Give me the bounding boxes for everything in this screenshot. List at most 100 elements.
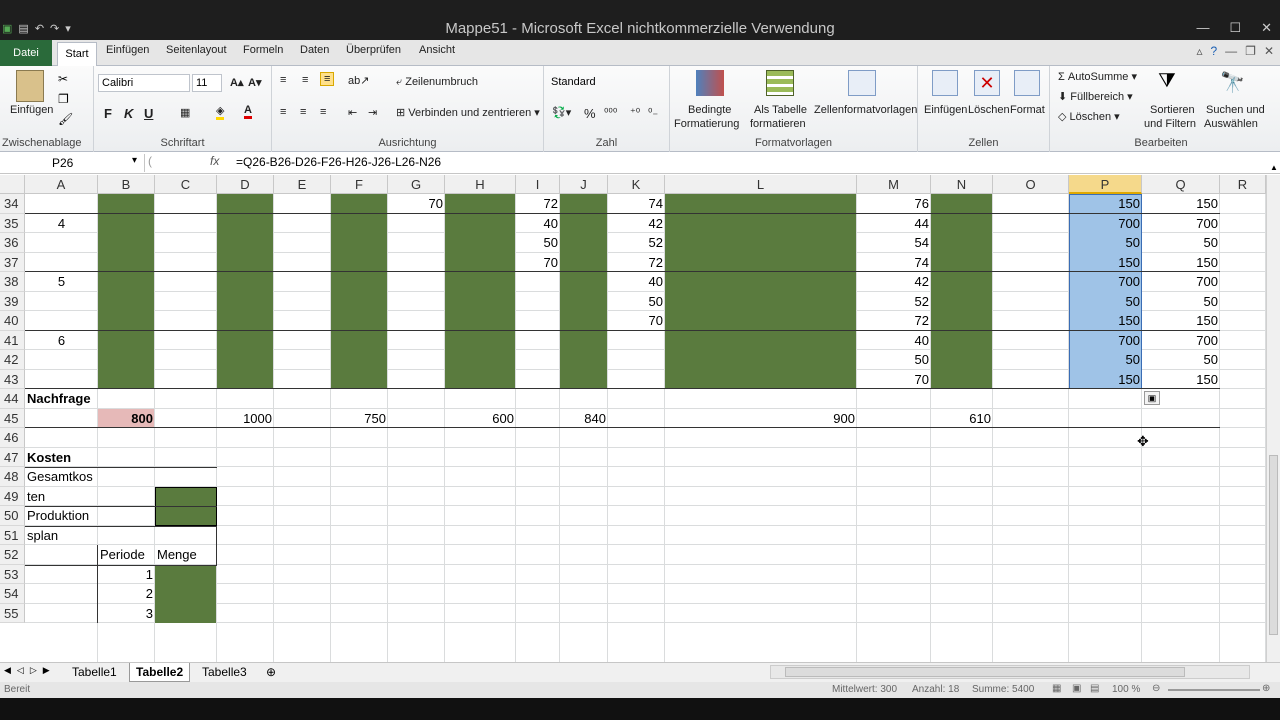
vertical-scrollbar[interactable]: ▲ [1266,163,1280,662]
cell-q39[interactable]: 50 [1142,292,1220,312]
row-header-34[interactable]: 34 [0,194,25,214]
column-header-r[interactable]: R [1220,175,1266,194]
help-icon[interactable]: ? [1210,44,1217,58]
cell-p41[interactable]: 700 [1069,331,1142,351]
zoom-slider[interactable] [1168,689,1260,691]
row-header-52[interactable]: 52 [0,545,25,565]
cell-m41[interactable]: 40 [857,331,931,351]
row-header-35[interactable]: 35 [0,213,25,233]
column-header-k[interactable]: K [608,175,665,194]
tab-ueberpruefen[interactable]: Überprüfen [346,44,401,56]
cell-a38[interactable]: 5 [25,272,98,292]
sort-filter-label1[interactable]: Sortieren [1150,104,1195,116]
cell-a44[interactable]: Nachfrage [25,389,98,409]
row-header-46[interactable]: 46 [0,428,25,448]
row-header-45[interactable]: 45 [0,408,25,428]
close-icon[interactable]: ✕ [1261,20,1272,36]
cell-a51a[interactable]: Produktion [25,506,98,526]
column-header-o[interactable]: O [993,175,1069,194]
delete-cells-button[interactable]: Löschen [968,104,1010,116]
column-header-c[interactable]: C [155,175,217,194]
normal-view-icon[interactable]: ▦ [1052,683,1061,694]
row-header-53[interactable]: 53 [0,564,25,584]
zoom-in-icon[interactable]: ⊕ [1262,683,1270,694]
tab-einfuegen[interactable]: Einfügen [106,44,149,56]
align-bottom-icon[interactable]: ≡ [320,72,335,86]
row-header-40[interactable]: 40 [0,311,25,331]
cell-m39[interactable]: 52 [857,292,931,312]
doc-restore-icon[interactable]: ❐ [1245,44,1256,58]
row-header-51[interactable]: 51 [0,525,25,545]
cell-a35[interactable]: 4 [25,214,98,234]
cell-m35[interactable]: 44 [857,214,931,234]
doc-close-icon[interactable]: ✕ [1264,44,1274,58]
cell-a51b[interactable]: splan [25,526,98,546]
format-cells-button[interactable]: Format [1010,104,1045,116]
merge-center-button[interactable]: ⊞ Verbinden und zentrieren ▾ [396,106,540,119]
maximize-icon[interactable]: ☐ [1229,20,1241,36]
row-header-54[interactable]: 54 [0,584,25,604]
column-header-f[interactable]: F [331,175,388,194]
column-header-m[interactable]: M [857,175,931,194]
tab-datei[interactable]: Datei [0,40,52,66]
name-box-dropdown-icon[interactable]: ▾ [132,155,137,166]
zoom-level[interactable]: 100 % [1112,684,1140,695]
cell-q38[interactable]: 700 [1142,272,1220,292]
horizontal-scrollbar[interactable] [770,665,1250,679]
sheet-tab-3[interactable]: Tabelle3 [196,663,253,682]
cell-l45[interactable]: 900 [665,409,857,429]
insert-function-button[interactable]: fx [210,154,219,168]
align-middle-icon[interactable]: ≡ [302,74,308,86]
paste-icon[interactable] [16,70,44,102]
row-header-48[interactable]: 48 [0,467,25,487]
cell-b45[interactable]: 800 [98,409,155,429]
increase-decimal-icon[interactable]: ⁺⁰ [630,106,640,119]
vertical-scroll-thumb[interactable] [1269,455,1278,635]
cell-a49a[interactable]: Gesamtkos [25,467,98,487]
cut-icon[interactable]: ✂ [58,72,68,86]
row-header-38[interactable]: 38 [0,272,25,292]
percent-button[interactable]: % [584,106,596,121]
row-header-42[interactable]: 42 [0,350,25,370]
cell-j45[interactable]: 840 [560,409,608,429]
cell-h45[interactable]: 600 [445,409,516,429]
column-header-a[interactable]: A [25,175,98,194]
tab-formeln[interactable]: Formeln [243,44,283,56]
zoom-out-icon[interactable]: ⊖ [1152,683,1160,694]
find-select-label2[interactable]: Auswählen [1204,118,1258,130]
row-header-44[interactable]: 44 [0,389,25,409]
align-top-icon[interactable]: ≡ [280,74,286,86]
shrink-font-icon[interactable]: A▾ [248,76,261,89]
row-header-41[interactable]: 41 [0,330,25,350]
sheet-tab-2[interactable]: Tabelle2 [129,663,191,682]
tab-ansicht[interactable]: Ansicht [419,44,455,56]
cell-b55[interactable]: 3 [98,604,155,624]
cell-p40[interactable]: 150 [1069,311,1142,331]
cell-p42[interactable]: 50 [1069,350,1142,370]
cell-m38[interactable]: 42 [857,272,931,292]
cell-p34[interactable]: 150 [1069,194,1142,214]
page-layout-view-icon[interactable]: ▣ [1072,683,1081,694]
insert-sheet-icon[interactable]: ⊕ [260,663,282,682]
number-format-select[interactable]: Standard [548,74,666,92]
italic-button[interactable]: K [124,106,133,121]
cell-i35[interactable]: 40 [516,214,560,234]
font-color-icon[interactable]: A [244,104,252,119]
format-painter-icon[interactable]: 🖌 [58,112,73,126]
sheet-nav-icon[interactable]: ◀◁▷▶ [4,665,56,676]
minimize-icon[interactable]: — [1196,20,1209,36]
cell-q40[interactable]: 150 [1142,311,1220,331]
tab-start[interactable]: Start [57,42,97,66]
cell-b52[interactable]: Periode [98,545,155,565]
scroll-up-icon[interactable]: ▲ [1270,163,1278,172]
cell-p37[interactable]: 150 [1069,253,1142,273]
column-header-j[interactable]: J [560,175,608,194]
cell-i34[interactable]: 72 [516,194,560,214]
cell-q35[interactable]: 700 [1142,214,1220,234]
copy-icon[interactable]: ❐ [58,92,69,106]
sheet-tab-1[interactable]: Tabelle1 [66,663,123,682]
underline-button[interactable]: U [144,106,153,121]
ribbon-minimize-icon[interactable]: ▵ [1196,44,1202,58]
row-header-50[interactable]: 50 [0,506,25,526]
cell-i36[interactable]: 50 [516,233,560,253]
